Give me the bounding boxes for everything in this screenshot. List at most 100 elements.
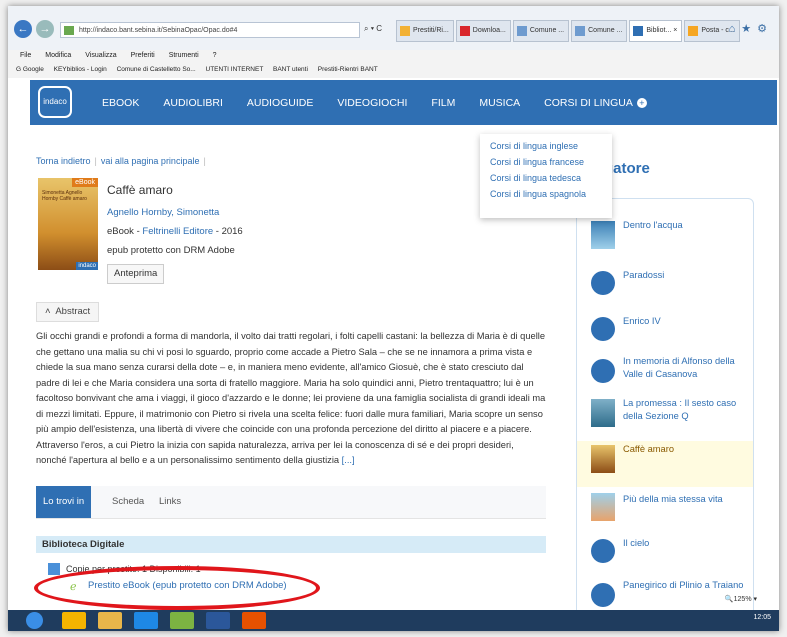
nav-item-musica[interactable]: MUSICA bbox=[479, 97, 520, 109]
sidebar-item[interactable]: Più della mia stessa vita bbox=[577, 491, 753, 531]
sidebar-panel: Dentro l'acqua Paradossi Enrico IV In me… bbox=[576, 198, 754, 620]
book-cover[interactable]: eBook Simonetta Agnello Hornby Caffè ama… bbox=[38, 178, 98, 270]
menu-item[interactable]: Preferiti bbox=[131, 52, 155, 59]
browser-chrome: ← → http://indaco.bant.sebina.it/SebinaO… bbox=[8, 6, 779, 78]
dropdown-item-tedesca[interactable]: Corsi di lingua tedesca bbox=[480, 170, 612, 186]
menu-item[interactable]: Modifica bbox=[45, 52, 71, 59]
folder-icon[interactable] bbox=[98, 612, 122, 629]
browser-tabs: Prestiti/Ri... Downloa... Comune ... Com… bbox=[396, 20, 740, 42]
taskbar-app-icon[interactable] bbox=[242, 612, 266, 629]
clock: 12:05 bbox=[753, 614, 771, 621]
zoom-level[interactable]: 🔍125% ▾ bbox=[725, 595, 757, 603]
book-title: Caffè amaro bbox=[107, 183, 173, 197]
book-cover-thumb bbox=[591, 221, 615, 249]
menu-item[interactable]: Strumenti bbox=[169, 52, 199, 59]
forward-icon[interactable]: → bbox=[36, 20, 54, 38]
home-star-gear-icons[interactable]: ⌂★⚙ bbox=[729, 22, 773, 35]
tab-lo-trovi-in[interactable]: Lo trovi in bbox=[36, 486, 92, 518]
favorites-bar: G Google KEYbiblios - Login Comune di Ca… bbox=[8, 63, 779, 77]
sidebar-item[interactable]: Enrico IV bbox=[577, 313, 753, 353]
menu-item[interactable]: Visualizza bbox=[85, 52, 116, 59]
abstract-label: Abstract bbox=[55, 306, 91, 317]
sidebar-item[interactable]: Paradossi bbox=[577, 267, 753, 307]
sidebar-item-label: Panegirico di Plinio a Traiano bbox=[623, 580, 744, 590]
divider: | bbox=[94, 156, 97, 166]
tab-favicon-icon bbox=[516, 26, 527, 36]
browser-tab-active[interactable]: Bibliot... × bbox=[629, 20, 683, 42]
address-row: ← → http://indaco.bant.sebina.it/SebinaO… bbox=[8, 6, 779, 50]
windows-taskbar: 12:05 bbox=[8, 610, 779, 631]
address-bar[interactable]: http://indaco.bant.sebina.it/SebinaOpac/… bbox=[60, 22, 360, 38]
menu-item[interactable]: ? bbox=[213, 52, 217, 59]
favorite-link[interactable]: KEYbiblios - Login bbox=[54, 66, 107, 73]
browser-tab[interactable]: Downloa... bbox=[455, 20, 511, 42]
abstract-toggle-button[interactable]: ˄ Abstract bbox=[36, 302, 100, 322]
word-icon[interactable] bbox=[206, 612, 230, 629]
menu-bar: File Modifica Visualizza Preferiti Strum… bbox=[8, 50, 779, 62]
breadcrumb: Torna indietro | vai alla pagina principal… bbox=[36, 156, 210, 166]
favorite-link[interactable]: Prestiti-Rientri BANT bbox=[318, 66, 378, 73]
audiobook-icon bbox=[591, 539, 615, 563]
sidebar-item-current[interactable]: Caffè amaro bbox=[577, 441, 753, 487]
tab-scheda[interactable]: Scheda bbox=[112, 486, 144, 518]
dropdown-item-spagnola[interactable]: Corsi di lingua spagnola bbox=[480, 186, 612, 202]
library-header: Biblioteca Digitale bbox=[36, 536, 546, 553]
browser-tab[interactable]: Comune ... bbox=[512, 20, 570, 42]
start-icon[interactable] bbox=[26, 612, 43, 629]
tab-links[interactable]: Links bbox=[159, 486, 181, 518]
tab-favicon-icon bbox=[400, 26, 410, 36]
taskbar-app-icon[interactable] bbox=[62, 612, 86, 629]
divider: | bbox=[203, 156, 206, 166]
sidebar-item-label: Caffè amaro bbox=[623, 444, 674, 454]
read-more-link[interactable]: [...] bbox=[342, 455, 355, 465]
nav-item-audiolibri[interactable]: AUDIOLIBRI bbox=[163, 97, 223, 109]
ebook-badge: eBook bbox=[72, 178, 98, 187]
nav-item-ebook[interactable]: EBOOK bbox=[102, 97, 139, 109]
menu-item[interactable]: File bbox=[20, 52, 31, 59]
sidebar-item[interactable]: Il cielo bbox=[577, 535, 753, 575]
abstract-text: Gli occhi grandi e profondi a forma di m… bbox=[36, 329, 546, 469]
indaco-logo[interactable]: indaco bbox=[38, 86, 72, 118]
taskbar-app-icon[interactable] bbox=[170, 612, 194, 629]
author-link[interactable]: Agnello Hornby, Simonetta bbox=[107, 207, 219, 218]
home-link[interactable]: vai alla pagina principale bbox=[101, 156, 200, 166]
nav-item-film[interactable]: FILM bbox=[431, 97, 455, 109]
nav-item-label: CORSI DI LINGUA bbox=[544, 96, 633, 109]
detail-tabs: Lo trovi in Scheda Links bbox=[36, 486, 546, 519]
nav-item-corsi-di-lingua[interactable]: CORSI DI LINGUA + bbox=[544, 97, 647, 109]
publisher-link[interactable]: Feltrinelli Editore bbox=[142, 226, 213, 237]
sidebar-item[interactable]: In memoria di Alfonso della Valle di Cas… bbox=[577, 353, 753, 393]
sidebar-item-label: Più della mia stessa vita bbox=[623, 494, 723, 504]
back-link[interactable]: Torna indietro bbox=[36, 156, 91, 166]
ie-icon[interactable] bbox=[134, 612, 158, 629]
cover-publisher-logo: indaco bbox=[76, 262, 98, 270]
tab-favicon-icon bbox=[575, 26, 586, 36]
nav-item-videogiochi[interactable]: VIDEOGIOCHI bbox=[337, 97, 407, 109]
browser-tab[interactable]: Comune ... bbox=[571, 20, 628, 42]
site-icon bbox=[64, 26, 74, 35]
favorite-link[interactable]: Comune di Castelletto So... bbox=[117, 66, 196, 73]
chevron-up-icon: ˄ bbox=[45, 306, 51, 317]
back-icon[interactable]: ← bbox=[14, 20, 32, 38]
favorite-link[interactable]: BANT utenti bbox=[273, 66, 308, 73]
search-refresh-icons[interactable]: ⌕ ▾ C bbox=[364, 24, 382, 34]
browser-tab[interactable]: Prestiti/Ri... bbox=[396, 20, 454, 42]
sidebar-item-label: Paradossi bbox=[623, 270, 665, 280]
favorite-link[interactable]: UTENTI INTERNET bbox=[206, 66, 264, 73]
sidebar-item-label: Enrico IV bbox=[623, 316, 661, 326]
preview-button[interactable]: Anteprima bbox=[107, 264, 165, 284]
book-cover-thumb bbox=[591, 493, 615, 521]
dropdown-item-francese[interactable]: Corsi di lingua francese bbox=[480, 154, 612, 170]
audiobook-icon bbox=[591, 583, 615, 607]
sidebar-item[interactable]: La promessa : Il sesto caso della Sezion… bbox=[577, 395, 753, 435]
mail-icon bbox=[688, 26, 699, 36]
adobe-icon bbox=[459, 26, 470, 36]
dropdown-item-inglese[interactable]: Corsi di lingua inglese bbox=[480, 138, 612, 154]
favorite-link[interactable]: G Google bbox=[16, 66, 44, 73]
red-highlight-ellipse bbox=[34, 566, 320, 610]
sidebar-item[interactable]: Dentro l'acqua bbox=[577, 217, 753, 257]
audiobook-icon bbox=[591, 317, 615, 341]
sidebar-item-label: Dentro l'acqua bbox=[623, 220, 683, 230]
expand-plus-icon: + bbox=[636, 97, 647, 108]
nav-item-audioguide[interactable]: AUDIOGUIDE bbox=[247, 97, 314, 109]
